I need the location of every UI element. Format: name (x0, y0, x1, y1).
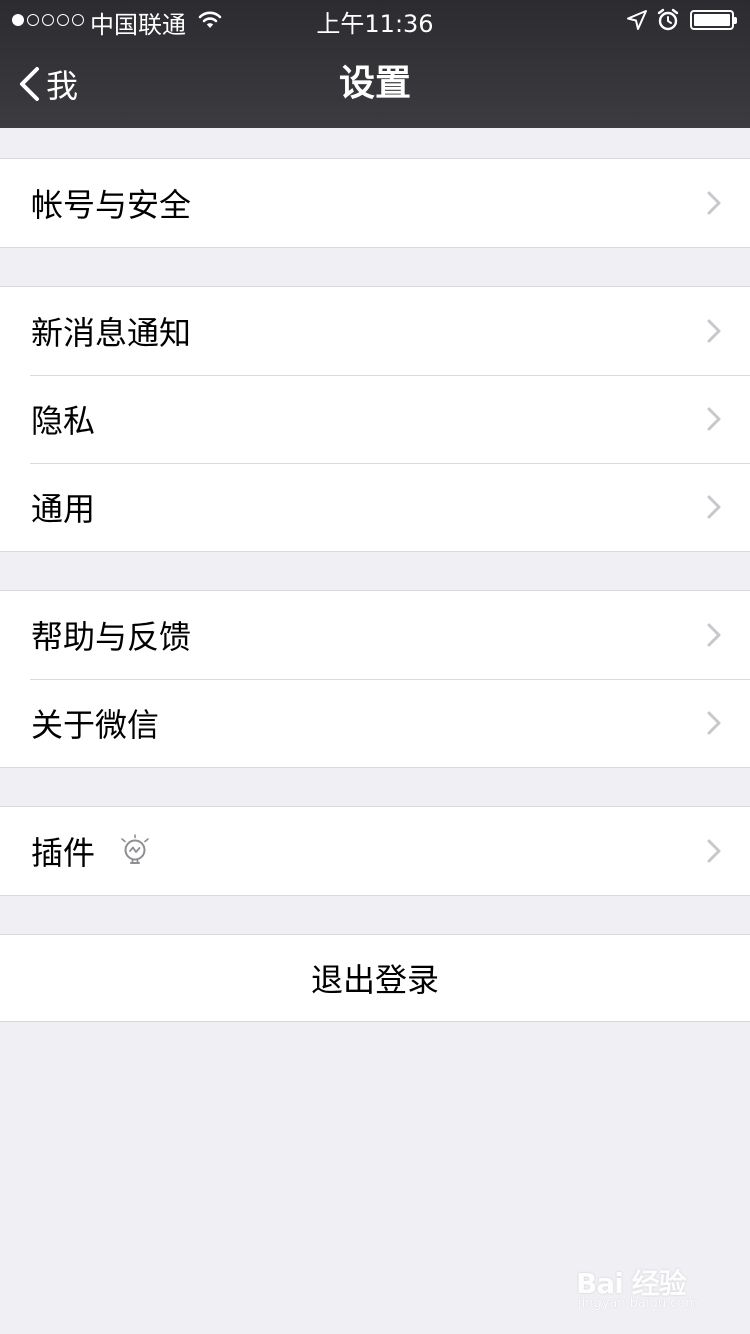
chevron-right-icon (707, 623, 721, 647)
settings-item-plugins[interactable]: 插件 (0, 807, 750, 895)
settings-item-about[interactable]: 关于微信 (0, 679, 750, 767)
chevron-right-icon (707, 319, 721, 343)
header: 中国联通 上午11:36 我 设置 (0, 0, 750, 128)
chevron-right-icon (707, 495, 721, 519)
battery-fill (694, 14, 730, 26)
settings-group-account: 帐号与安全 (0, 158, 750, 248)
settings-item-label: 插件 (31, 834, 96, 872)
settings-group-general: 新消息通知 隐私 通用 (0, 286, 750, 552)
chevron-right-icon (707, 839, 721, 863)
settings-item-general[interactable]: 通用 (0, 463, 750, 551)
battery-nub (734, 17, 737, 24)
settings-item-label: 隐私 (31, 402, 96, 440)
status-bar: 中国联通 上午11:36 (0, 0, 750, 40)
baidu-jingyan-watermark: Bai 经验 jingyan.baidu.com (576, 1258, 716, 1318)
chevron-right-icon (707, 407, 721, 431)
settings-item-label: 帮助与反馈 (31, 618, 192, 656)
settings-item-label: 关于微信 (31, 706, 160, 744)
logout-button[interactable]: 退出登录 (0, 934, 750, 1022)
page-title: 设置 (338, 63, 411, 104)
settings-item-label: 新消息通知 (31, 314, 192, 352)
watermark-sub-text: jingyan.baidu.com (578, 1296, 698, 1311)
settings-item-account-security[interactable]: 帐号与安全 (0, 159, 750, 247)
settings-group-plugins: 插件 (0, 806, 750, 896)
lightbulb-icon (119, 834, 151, 868)
nav-bar: 我 设置 (0, 40, 750, 128)
settings-group-help: 帮助与反馈 关于微信 (0, 590, 750, 768)
battery-icon (690, 10, 737, 30)
chevron-right-icon (707, 711, 721, 735)
location-arrow-icon (626, 9, 648, 37)
alarm-icon (657, 8, 679, 38)
settings-item-label: 帐号与安全 (31, 186, 192, 224)
settings-item-label: 通用 (31, 490, 96, 528)
settings-item-notifications[interactable]: 新消息通知 (0, 287, 750, 375)
settings-item-help-feedback[interactable]: 帮助与反馈 (0, 591, 750, 679)
settings-item-privacy[interactable]: 隐私 (0, 375, 750, 463)
chevron-right-icon (707, 191, 721, 215)
